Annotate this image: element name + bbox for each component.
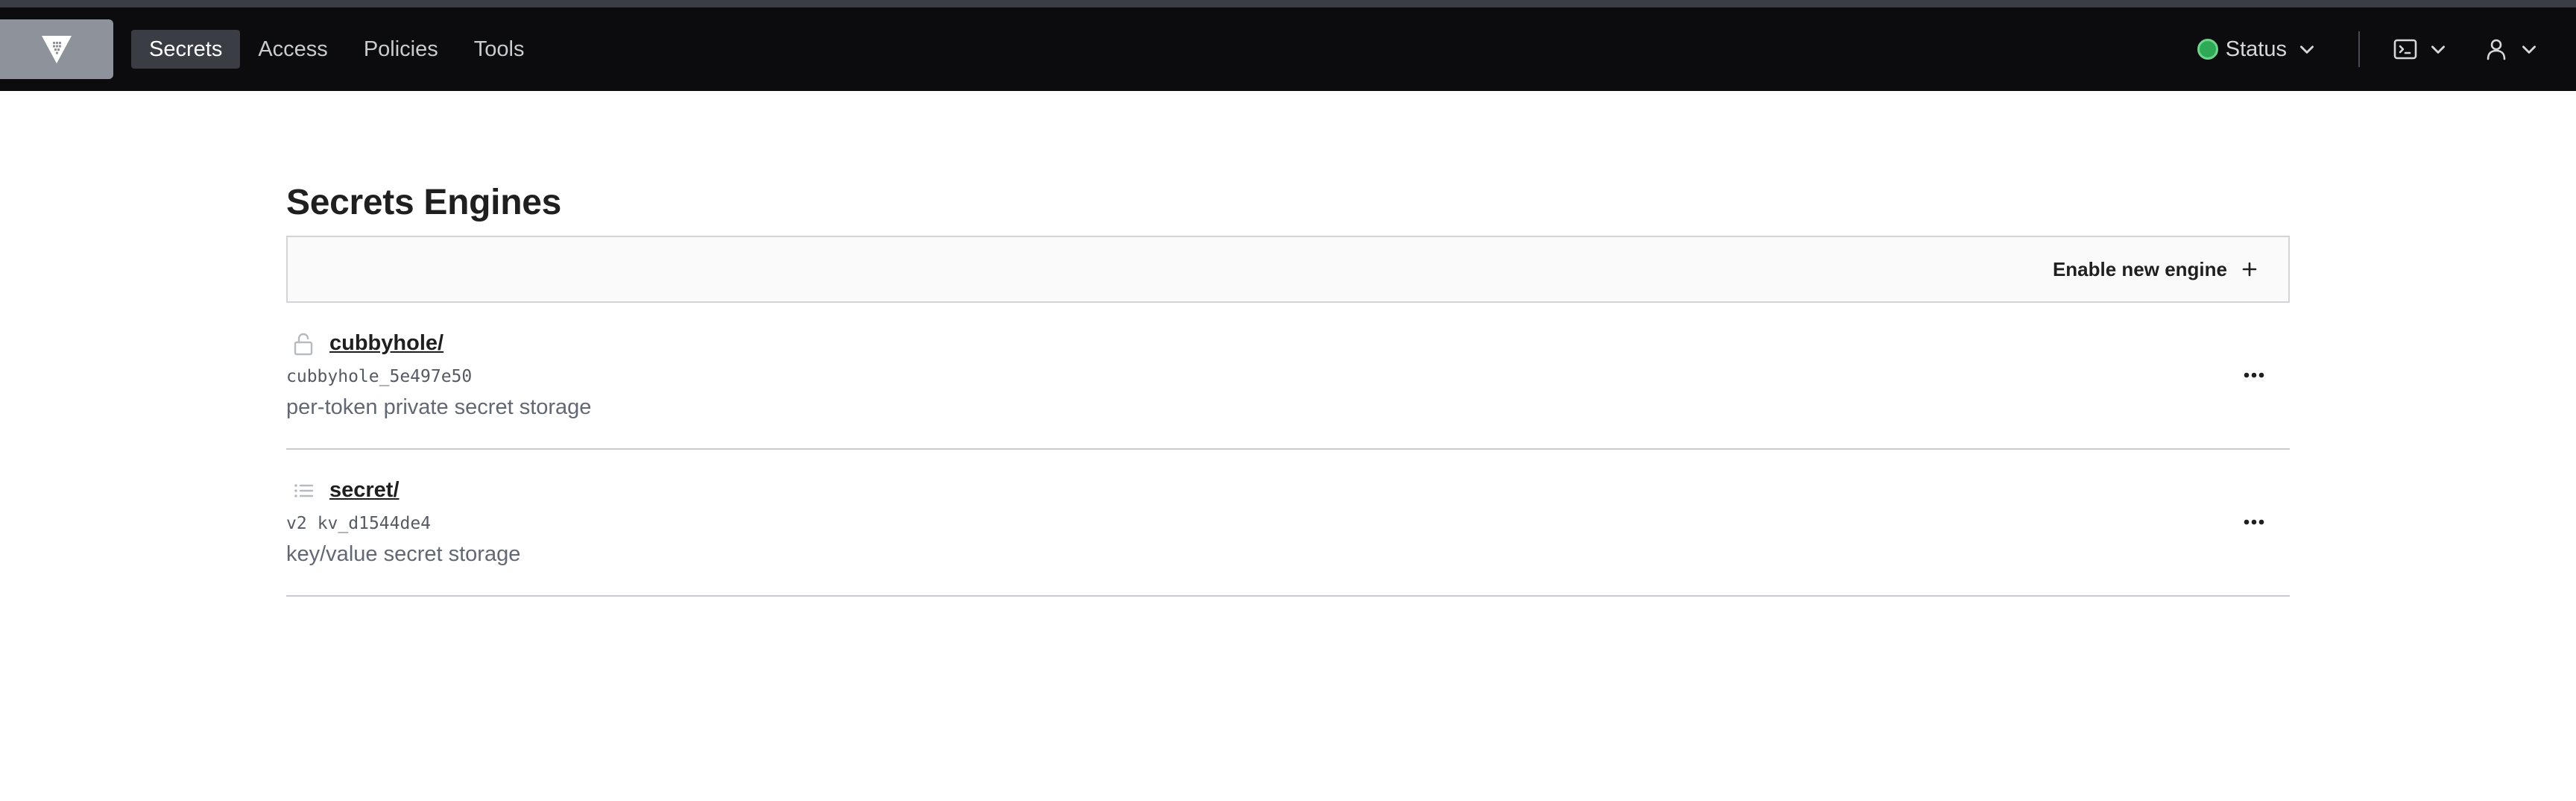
toolbar: Enable new engine (286, 236, 2290, 303)
engine-version: v2 (286, 514, 307, 533)
nav-item-access[interactable]: Access (240, 30, 345, 69)
plus-icon (2242, 262, 2257, 277)
status-menu-button[interactable]: Status (2197, 30, 2317, 69)
chevron-down-icon (2522, 45, 2536, 54)
header-divider (2358, 31, 2360, 67)
enable-new-engine-button[interactable]: Enable new engine (2053, 258, 2258, 281)
engine-accessor: v2 kv_d1544de4 (286, 514, 441, 533)
more-horizontal-icon (2244, 372, 2264, 378)
engine-link[interactable]: cubbyhole/ (329, 331, 443, 356)
list-icon (294, 483, 314, 497)
engine-accessor: cubbyhole_5e497e50 (286, 367, 482, 386)
engine-accessor-id: kv_d1544de4 (317, 514, 432, 533)
engine-header: secret/ (292, 478, 400, 503)
vault-logo-icon (42, 36, 72, 63)
list-item: cubbyhole/ cubbyhole_5e497e50 per-token … (286, 303, 2290, 450)
page-title: Secrets Engines (286, 183, 562, 222)
engine-description: key/value secret storage (286, 542, 521, 566)
chevron-down-icon (2431, 45, 2445, 54)
nav-item-secrets[interactable]: Secrets (131, 30, 241, 69)
engine-accessor-id: cubbyhole_5e497e50 (286, 367, 473, 386)
status-label: Status (2225, 37, 2287, 61)
top-navigation-bar: Secrets Access Policies Tools Status (0, 0, 2576, 91)
user-menu-button[interactable] (2484, 30, 2539, 69)
main-nav: Secrets Access Policies Tools (131, 30, 542, 69)
engine-description: per-token private secret storage (286, 395, 592, 419)
lock-icon (294, 333, 313, 355)
nav-item-policies[interactable]: Policies (346, 30, 456, 69)
status-ok-icon (2197, 39, 2218, 60)
chevron-down-icon (2300, 45, 2314, 54)
home-logo-link[interactable] (0, 19, 113, 79)
more-actions-button[interactable] (2238, 509, 2270, 535)
enable-new-engine-label: Enable new engine (2052, 257, 2227, 280)
terminal-icon (2393, 39, 2417, 60)
nav-item-tools[interactable]: Tools (456, 30, 543, 69)
user-icon (2487, 39, 2506, 60)
console-menu-button[interactable] (2393, 30, 2448, 69)
header-controls: Status (2197, 30, 2576, 69)
secrets-engine-list: cubbyhole/ cubbyhole_5e497e50 per-token … (286, 303, 2290, 597)
more-horizontal-icon (2244, 519, 2264, 525)
list-item: secret/ v2 kv_d1544de4 key/value secret s… (286, 450, 2290, 597)
engine-header: cubbyhole/ (292, 331, 443, 356)
engine-link[interactable]: secret/ (329, 478, 400, 503)
more-actions-button[interactable] (2238, 362, 2270, 388)
